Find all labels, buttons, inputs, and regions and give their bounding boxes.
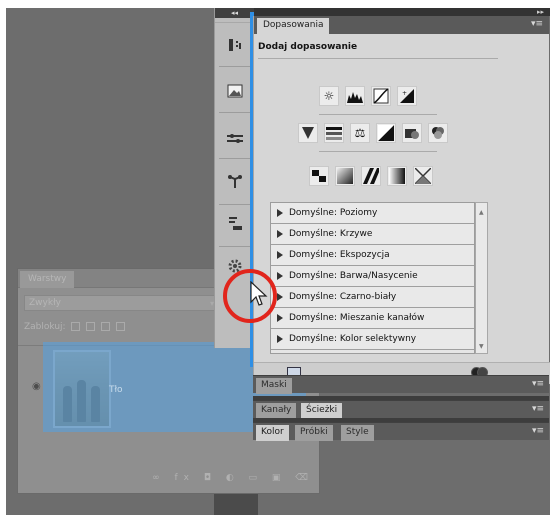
preset-label: Domyślne: Mieszanie kanałów [289, 313, 425, 323]
channels-panel: Kanały Ścieżki ▾≡ [253, 400, 549, 419]
panel-menu-icon[interactable]: ▾≡ [532, 379, 544, 389]
preset-label: Domyślne: Poziomy [289, 208, 378, 218]
scrollbar[interactable]: ▲ ▼ [475, 202, 488, 354]
channel-mixer-icon[interactable] [428, 123, 448, 143]
panel-heading: Dodaj dopasowanie [258, 42, 358, 52]
lock-position-icon[interactable] [101, 322, 111, 331]
hue-saturation-icon[interactable] [324, 123, 344, 143]
selective-color-icon[interactable] [413, 166, 433, 186]
divider [219, 112, 251, 113]
list-item[interactable]: Domyślne: Barwa/Nasycenie [271, 266, 474, 287]
disclosure-triangle-icon [277, 335, 283, 343]
disclosure-triangle-icon [277, 251, 283, 259]
photoshop-workspace: Warstwy Zwykły ▾ Zablokuj: ◉ ∞ fx ◘ ◐ ▭ … [6, 8, 550, 515]
brightness-icon[interactable]: ☼ [319, 86, 339, 106]
styles-icon[interactable] [221, 212, 249, 234]
tab-paths[interactable]: Ścieżki [301, 403, 343, 419]
list-item[interactable]: Domyślne: Ekspozycja [271, 245, 474, 266]
list-item[interactable]: Domyślne: Poziomy [271, 203, 474, 224]
adjustment-icons-row-3 [309, 166, 433, 186]
eye-icon[interactable]: ◉ [32, 381, 41, 392]
invert-icon[interactable] [309, 166, 329, 186]
tab-channels[interactable]: Kanały [256, 403, 297, 419]
disclosure-triangle-icon [277, 209, 283, 217]
list-item[interactable]: Domyślne: Kolor selektywny [271, 329, 474, 350]
lock-transparency-icon[interactable] [71, 322, 81, 331]
lock-all-icon[interactable] [116, 322, 126, 331]
divider [219, 158, 251, 159]
preset-label: Domyślne: Barwa/Nasycenie [289, 271, 418, 281]
curves-icon[interactable] [371, 86, 391, 106]
divider [319, 114, 437, 115]
adjustments-tabbar: Dopasowania ▾≡ [254, 16, 549, 34]
image-icon[interactable] [221, 80, 249, 102]
adjustment-icons-row-2: ⚖ [298, 123, 448, 143]
panel-menu-icon[interactable]: ▾≡ [532, 426, 544, 436]
scroll-up-icon[interactable]: ▲ [479, 209, 484, 216]
tab-swatches[interactable]: Próbki [295, 425, 333, 441]
blend-mode-select[interactable]: Zwykły [24, 295, 224, 311]
lock-label: Zablokuj: [24, 322, 66, 332]
adjustments-icon[interactable] [221, 34, 249, 56]
vibrance-icon[interactable] [298, 123, 318, 143]
lock-pixels-icon[interactable] [86, 322, 96, 331]
tab-color[interactable]: Kolor [256, 425, 289, 441]
threshold-icon[interactable] [361, 166, 381, 186]
preset-label: Domyślne: Krzywe [289, 229, 373, 239]
preset-list: Domyślne: Poziomy Domyślne: Krzywe Domyś… [270, 202, 475, 354]
levels-icon[interactable] [345, 86, 365, 106]
disclosure-triangle-icon [277, 272, 283, 280]
disclosure-triangle-icon [277, 293, 283, 301]
cursor-icon [250, 281, 268, 306]
svg-text:+: + [402, 90, 407, 97]
masks-panel: Maski ▾≡ [253, 375, 549, 394]
list-item[interactable]: Domyślne: Czarno-biały [271, 287, 474, 308]
layer-name: Tło [109, 385, 123, 395]
panel-menu-icon[interactable]: ▾≡ [532, 404, 544, 414]
black-white-icon[interactable] [376, 123, 396, 143]
adjustment-icons-row-1: ☼ + [319, 86, 417, 106]
paths-icon[interactable] [221, 170, 249, 192]
tab-adjustments[interactable]: Dopasowania [257, 18, 330, 34]
lock-row: Zablokuj: [24, 322, 126, 332]
preset-label: Domyślne: Ekspozycja [289, 250, 390, 260]
panel-menu-icon[interactable]: ▾≡ [531, 19, 543, 29]
scroll-down-icon[interactable]: ▼ [479, 343, 484, 350]
tab-layers[interactable]: Warstwy [20, 271, 75, 288]
posterize-icon[interactable] [335, 166, 355, 186]
divider [258, 58, 498, 59]
tab-masks[interactable]: Maski [256, 378, 292, 394]
collapse-dock-icon[interactable]: ◂◂ [215, 8, 254, 18]
color-panel: Kolor Próbki Style ▾≡ [253, 422, 549, 441]
photo-filter-icon[interactable] [402, 123, 422, 143]
divider [319, 151, 437, 152]
expand-dock-icon[interactable]: ▸▸ [254, 8, 550, 16]
gradient-map-icon[interactable] [387, 166, 407, 186]
divider [219, 204, 251, 205]
layers-bottom-toolbar[interactable]: ∞ fx ◘ ◐ ▭ ▣ ⌫ [24, 473, 314, 487]
preset-label: Domyślne: Kolor selektywny [289, 334, 417, 344]
color-balance-icon[interactable]: ⚖ [350, 123, 370, 143]
exposure-icon[interactable]: + [397, 86, 417, 106]
channels-icon[interactable] [221, 128, 249, 150]
tab-styles[interactable]: Style [341, 425, 374, 441]
disclosure-triangle-icon [277, 314, 283, 322]
preset-label: Domyślne: Czarno-biały [289, 292, 397, 302]
divider [219, 246, 251, 247]
disclosure-triangle-icon [277, 230, 283, 238]
dock-grip[interactable] [215, 18, 254, 23]
divider [219, 66, 251, 67]
list-item[interactable]: Domyślne: Mieszanie kanałów [271, 308, 474, 329]
list-item[interactable]: Domyślne: Krzywe [271, 224, 474, 245]
adjustments-panel: ▸▸ Dopasowania ▾≡ Dodaj dopasowanie ☼ + [253, 8, 550, 384]
